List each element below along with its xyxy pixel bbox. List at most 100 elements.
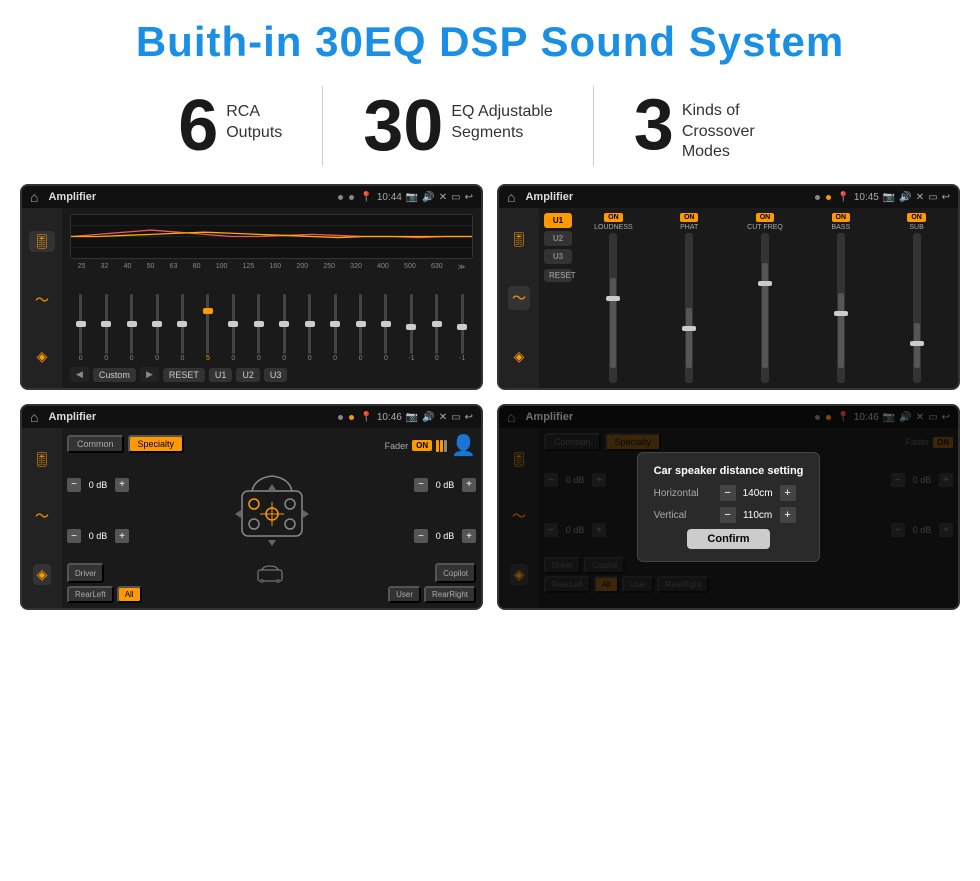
fader-loudness[interactable]	[609, 233, 617, 383]
eq-slider-16[interactable]: -1	[452, 294, 473, 362]
on-badge-loudness[interactable]: ON	[604, 213, 623, 222]
fader-on-toggle[interactable]: ON	[412, 440, 432, 451]
copilot-btn-3[interactable]: Copilot	[435, 563, 476, 583]
rearright-btn-3[interactable]: RearRight	[424, 586, 476, 603]
all-btn-3[interactable]: All	[117, 586, 142, 603]
close-icon-3: ✕	[439, 412, 447, 423]
back-icon-2[interactable]: ↩	[942, 192, 950, 203]
speaker-icon-3[interactable]: ◈	[33, 564, 52, 585]
eq-u2-btn[interactable]: U2	[236, 368, 260, 382]
fader-sub[interactable]	[913, 233, 921, 383]
preset-u1[interactable]: U1	[544, 213, 572, 228]
dialog-title: Car speaker distance setting	[654, 465, 804, 477]
eq-slider-15[interactable]: 0	[426, 294, 447, 362]
eq-slider-8[interactable]: 0	[248, 294, 269, 362]
dialog-horizontal-row: Horizontal − 140cm +	[654, 485, 804, 501]
eq-slider-9[interactable]: 0	[274, 294, 295, 362]
confirm-button[interactable]: Confirm	[687, 529, 769, 549]
tab-specialty[interactable]: Specialty	[128, 435, 185, 453]
wave-icon-3[interactable]: 〜	[35, 506, 49, 526]
vertical-label: Vertical	[654, 510, 714, 521]
left-db-controls: − 0 dB + − 0 dB +	[67, 461, 129, 560]
eq-slider-10[interactable]: 0	[299, 294, 320, 362]
settings-person-icon[interactable]: 👤	[451, 433, 476, 458]
eq-slider-4[interactable]: 0	[146, 294, 167, 362]
db-minus-br[interactable]: −	[414, 529, 428, 543]
on-badge-sub[interactable]: ON	[907, 213, 926, 222]
eq-slider-12[interactable]: 0	[350, 294, 371, 362]
db-minus-bl[interactable]: −	[67, 529, 81, 543]
eq-u3-btn[interactable]: U3	[264, 368, 288, 382]
wave-icon-2[interactable]: 〜	[508, 286, 530, 310]
status-dot-3b	[349, 415, 354, 420]
stat-rca-number: 6	[178, 90, 218, 162]
eq-val-1: 0	[79, 355, 83, 362]
vertical-minus[interactable]: −	[720, 507, 736, 523]
stats-row: 6 RCAOutputs 30 EQ AdjustableSegments 3 …	[0, 76, 980, 184]
camera-icon-2: 📷	[883, 192, 895, 203]
on-badge-cutfreq[interactable]: ON	[756, 213, 775, 222]
amp-reset-btn[interactable]: RESET	[544, 269, 572, 282]
home-icon-2[interactable]: ⌂	[507, 189, 515, 205]
status-icons-2: 📍 10:45 📷 🔊 ✕ ▭ ↩	[837, 192, 950, 203]
driver-btn-3[interactable]: Driver	[67, 563, 104, 583]
speaker-icon-1[interactable]: ◈	[37, 348, 48, 365]
eq-next-btn[interactable]: ▶	[140, 367, 159, 382]
eq-slider-1[interactable]: 0	[70, 294, 91, 362]
home-icon-1[interactable]: ⌂	[30, 189, 38, 205]
eq-icon-2[interactable]: 🎚	[510, 231, 528, 248]
status-dot-1a	[338, 195, 343, 200]
user-btn-3[interactable]: User	[388, 586, 421, 603]
db-plus-br[interactable]: +	[462, 529, 476, 543]
screen-amp: ⌂ Amplifier 📍 10:45 📷 🔊 ✕ ▭ ↩ 🎚 〜 ◈	[497, 184, 960, 390]
preset-u3[interactable]: U3	[544, 249, 572, 264]
preset-u2[interactable]: U2	[544, 231, 572, 246]
back-icon-1[interactable]: ↩	[465, 192, 473, 203]
eq-reset-btn[interactable]: RESET	[163, 368, 205, 382]
rearleft-btn-3[interactable]: RearLeft	[67, 586, 114, 603]
db-minus-tl[interactable]: −	[67, 478, 81, 492]
fader-phat[interactable]	[685, 233, 693, 383]
eq-slider-3[interactable]: 0	[121, 294, 142, 362]
eq-slider-5[interactable]: 0	[172, 294, 193, 362]
eq-icon-1[interactable]: 🎚	[29, 231, 55, 252]
eq-slider-7[interactable]: 0	[223, 294, 244, 362]
eq-custom-btn[interactable]: Custom	[93, 368, 136, 382]
horizontal-minus[interactable]: −	[720, 485, 736, 501]
mini-fader[interactable]	[436, 440, 447, 452]
fader-cutfreq[interactable]	[761, 233, 769, 383]
eq-u1-btn[interactable]: U1	[209, 368, 233, 382]
vertical-control: − 110cm +	[720, 507, 796, 523]
eq-slider-13[interactable]: 0	[375, 294, 396, 362]
db-row-tl: − 0 dB +	[67, 478, 129, 492]
eq-prev-btn[interactable]: ◀	[70, 367, 89, 382]
eq-slider-2[interactable]: 0	[95, 294, 116, 362]
back-icon-3[interactable]: ↩	[465, 412, 473, 423]
stat-eq: 30 EQ AdjustableSegments	[323, 90, 593, 162]
db-plus-bl[interactable]: +	[115, 529, 129, 543]
on-badge-bass[interactable]: ON	[832, 213, 851, 222]
stat-rca-label: RCAOutputs	[226, 90, 282, 144]
home-icon-3[interactable]: ⌂	[30, 409, 38, 425]
speaker-icon-2[interactable]: ◈	[514, 348, 525, 365]
wave-icon-1[interactable]: 〜	[35, 290, 49, 310]
db-plus-tl[interactable]: +	[115, 478, 129, 492]
db-plus-tr[interactable]: +	[462, 478, 476, 492]
status-bar-3: ⌂ Amplifier 📍 10:46 📷 🔊 ✕ ▭ ↩	[22, 406, 481, 428]
car-icon-area	[107, 563, 432, 583]
eq-slider-6[interactable]: 5	[197, 294, 218, 362]
eq-slider-11[interactable]: 0	[324, 294, 345, 362]
vertical-plus[interactable]: +	[780, 507, 796, 523]
status-dot-2b	[826, 195, 831, 200]
screen3-bottom-buttons: Driver Copilot	[67, 563, 476, 583]
tab-common[interactable]: Common	[67, 435, 124, 453]
db-minus-tr[interactable]: −	[414, 478, 428, 492]
eq-slider-14[interactable]: -1	[401, 294, 422, 362]
fader-bass[interactable]	[837, 233, 845, 383]
horizontal-plus[interactable]: +	[780, 485, 796, 501]
eq-icon-3[interactable]: 🎚	[33, 451, 51, 468]
eq-sliders-row: 0 0 0	[70, 274, 473, 362]
distance-dialog: Car speaker distance setting Horizontal …	[637, 452, 821, 562]
on-badge-phat[interactable]: ON	[680, 213, 699, 222]
screen1-content: 🎚 〜 ◈	[22, 208, 481, 388]
